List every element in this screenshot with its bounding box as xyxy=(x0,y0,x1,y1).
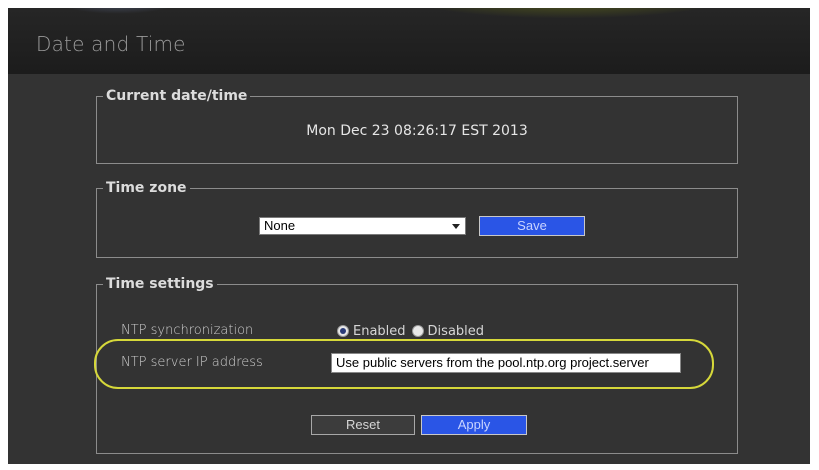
page-title: Date and Time xyxy=(36,32,186,56)
apply-button[interactable]: Apply xyxy=(421,415,527,435)
reset-button[interactable]: Reset xyxy=(311,415,415,435)
time-settings-group: Time settings NTP synchronization Enable… xyxy=(94,275,738,454)
header-glow-green xyxy=(388,8,748,18)
current-datetime-legend: Current date/time xyxy=(103,87,251,105)
chevron-down-icon xyxy=(452,224,460,229)
date-time-panel: Date and Time Current date/time Mon Dec … xyxy=(8,8,810,464)
ntp-disabled-label[interactable]: Disabled xyxy=(428,324,484,339)
time-zone-group: Time zone None Save xyxy=(96,179,738,258)
ntp-disabled-radio[interactable] xyxy=(411,325,424,337)
save-button[interactable]: Save xyxy=(479,216,585,236)
ntp-server-label: NTP server IP address xyxy=(121,355,263,370)
current-datetime-group: Current date/time Mon Dec 23 08:26:17 ES… xyxy=(96,87,738,164)
ntp-sync-radio-group: Enabled Disabled xyxy=(337,323,490,339)
ntp-sync-label: NTP synchronization xyxy=(121,323,254,338)
header-bar: Date and Time xyxy=(8,8,810,74)
header-glow-blue xyxy=(48,8,188,14)
ntp-enabled-label[interactable]: Enabled xyxy=(353,324,406,339)
time-zone-select[interactable]: None xyxy=(259,217,466,235)
time-settings-legend: Time settings xyxy=(103,275,217,293)
current-datetime-value: Mon Dec 23 08:26:17 EST 2013 xyxy=(306,123,528,139)
ntp-server-input[interactable]: Use public servers from the pool.ntp.org… xyxy=(331,353,681,373)
ntp-enabled-radio[interactable] xyxy=(337,325,349,337)
time-zone-legend: Time zone xyxy=(103,179,190,197)
time-zone-selected-value: None xyxy=(264,218,296,233)
